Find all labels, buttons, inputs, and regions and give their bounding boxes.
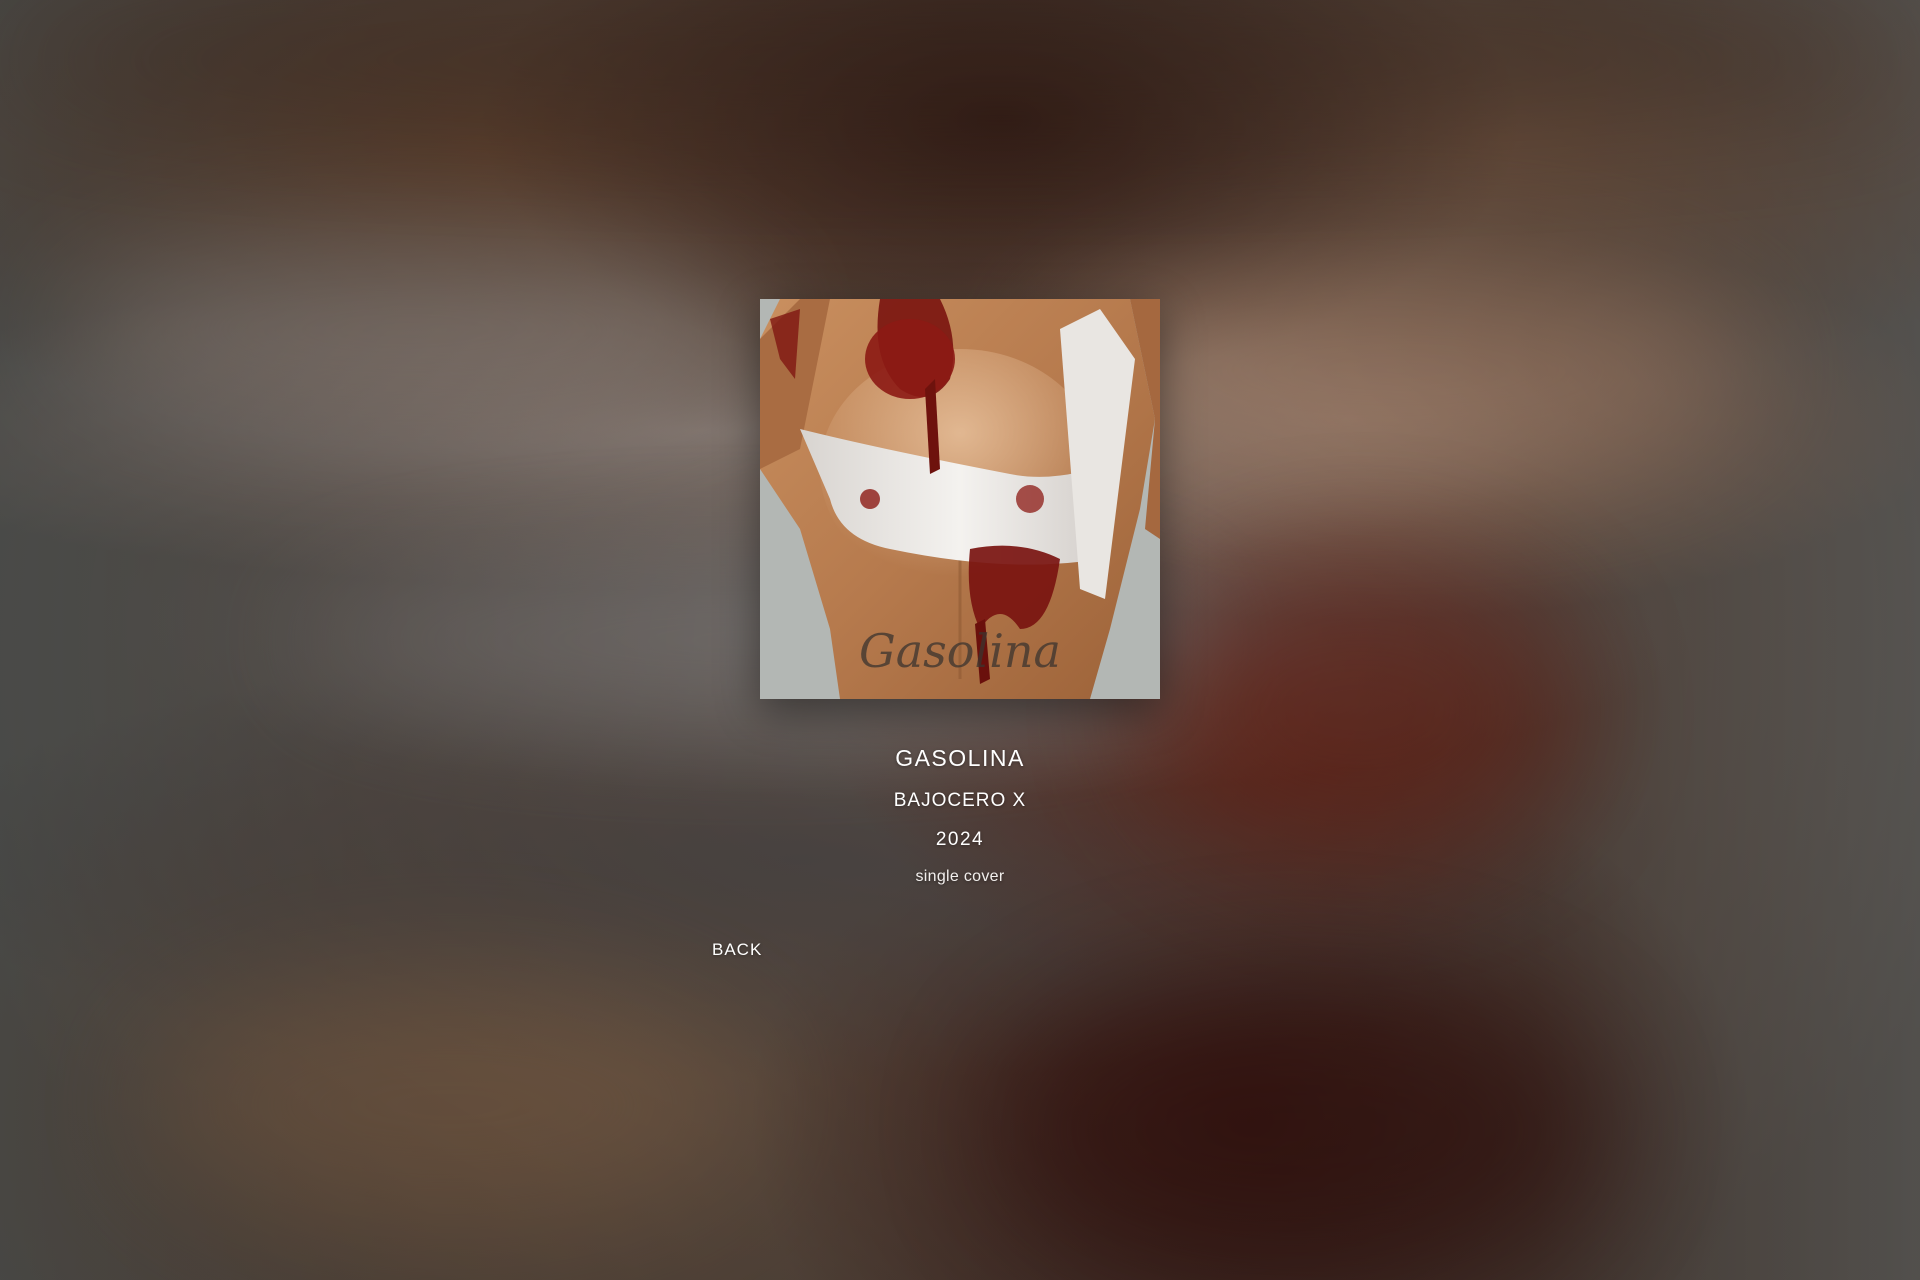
release-detail: Gasolina GASOLINA BAJOCERO X 2024 single… [0,0,1920,1280]
cover-art: Gasolina [760,299,1160,699]
release-artist: BAJOCERO X [893,790,1027,811]
release-year: 2024 [935,829,985,850]
release-title: GASOLINA [895,745,1025,771]
back-link[interactable]: BACK [712,940,762,960]
cover-tattoo-text: Gasolina [859,624,1061,678]
cover-art-image: Gasolina [760,299,1160,699]
release-type: single cover [915,868,1005,885]
